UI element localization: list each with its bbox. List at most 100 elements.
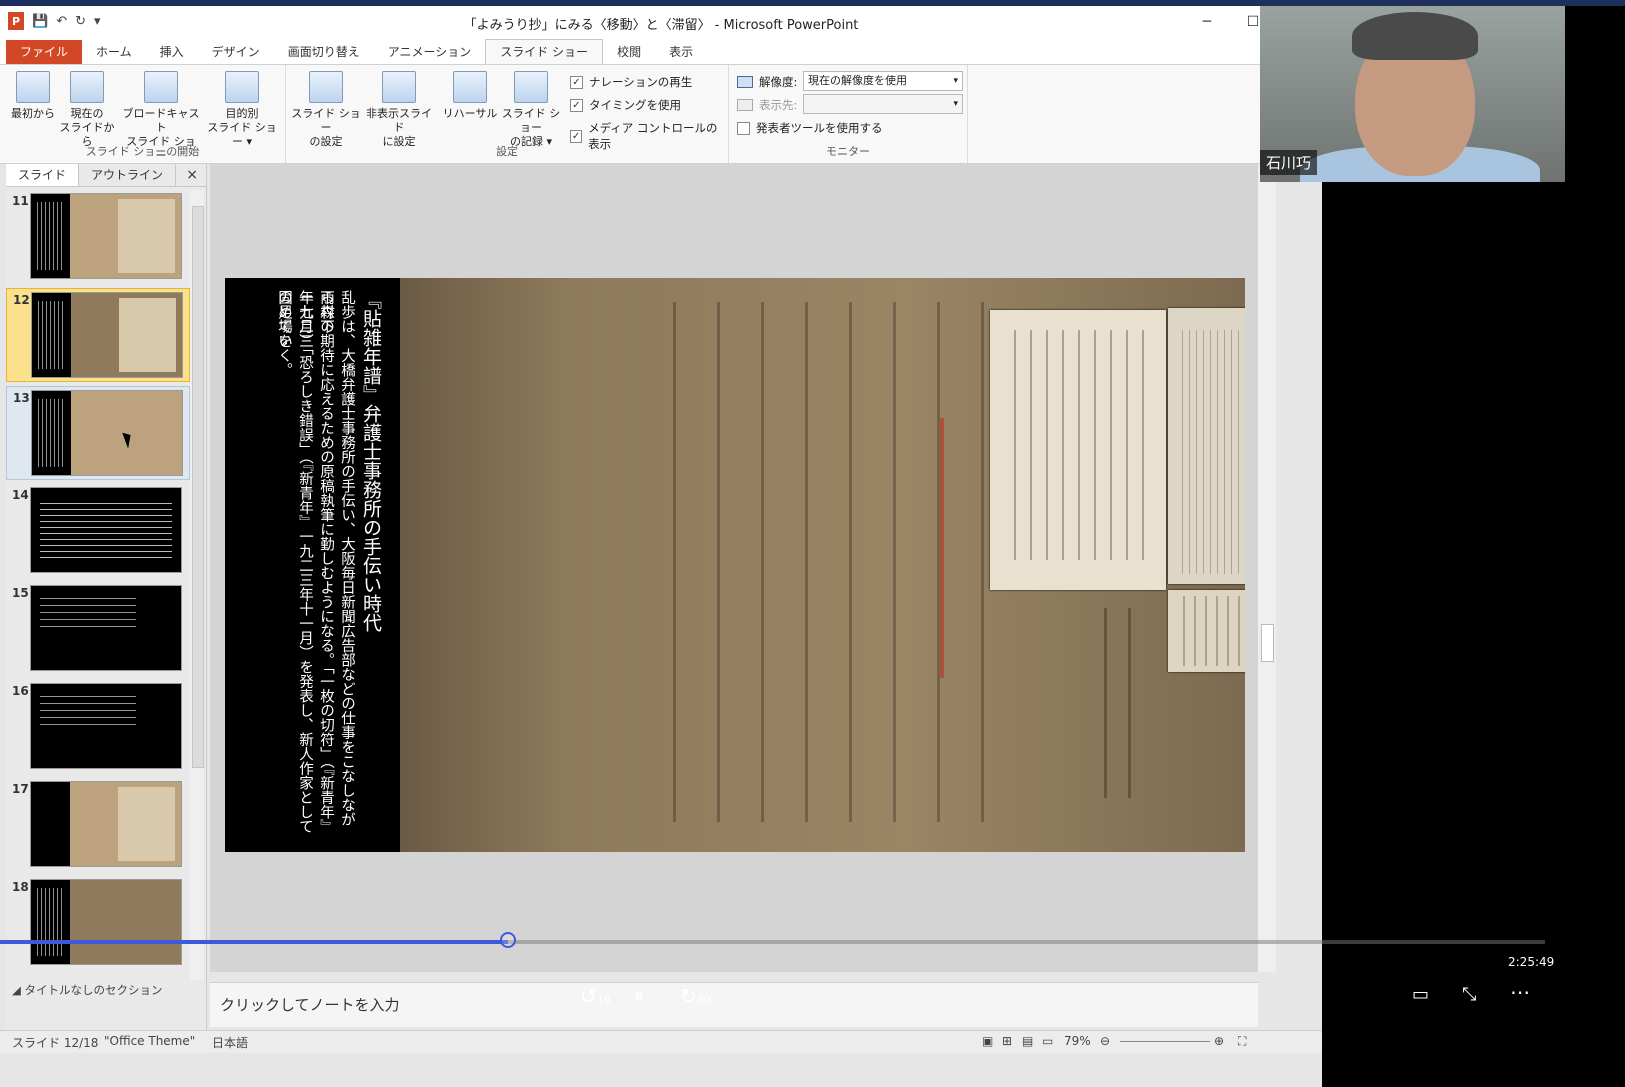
current-slide[interactable]: 『貼雑年譜』弁護士事務所の手伝い時代 乱歩は、大橋弁護士事務所の手伝い、大阪毎日… bbox=[225, 278, 1245, 852]
broadcast-icon bbox=[144, 71, 178, 103]
group-label-start: スライド ショーの開始 bbox=[85, 145, 200, 158]
show-on-label: 表示先: bbox=[737, 97, 797, 113]
video-progress-bar[interactable] bbox=[0, 932, 1545, 948]
tab-review[interactable]: 校閲 bbox=[603, 40, 655, 64]
normal-view-icon[interactable]: ▣ bbox=[982, 1034, 993, 1048]
slideshow-current-icon bbox=[70, 71, 104, 103]
tab-insert[interactable]: 挿入 bbox=[146, 40, 198, 64]
slideshow-start-icon bbox=[16, 71, 50, 103]
slide-thumbnail-15[interactable]: 15 bbox=[6, 582, 190, 676]
handwritten-note bbox=[1090, 608, 1150, 798]
custom-slideshow-button[interactable]: 目的別 スライド ショー ▾ bbox=[204, 71, 280, 149]
title-bar: P 💾 ↶ ↻ ▾ 「よみうり抄」にみる〈移動〉と〈滞留〉 - Microsof… bbox=[0, 6, 1322, 38]
group-label-monitor: モニター bbox=[826, 145, 870, 158]
exit-fullscreen-icon[interactable]: ⤡ bbox=[1462, 984, 1476, 1005]
slide-thumbnail-18[interactable]: 18 bbox=[6, 876, 190, 970]
close-pane-icon[interactable]: × bbox=[178, 164, 206, 186]
tab-outline[interactable]: アウトライン bbox=[79, 164, 177, 186]
language[interactable]: 日本語 bbox=[212, 1034, 248, 1051]
captions-icon[interactable]: ▭ bbox=[1412, 984, 1429, 1005]
slide-body-line-4: 固めていく。 bbox=[276, 290, 292, 377]
group-setup: スライド ショー の設定 非表示スライド に設定 リハーサル スライド ショー … bbox=[286, 65, 729, 163]
slideshow-view-icon[interactable]: ▭ bbox=[1042, 1034, 1053, 1048]
custom-slideshow-icon bbox=[225, 71, 259, 103]
rehearse-button[interactable]: リハーサル bbox=[442, 71, 498, 121]
from-beginning-button[interactable]: 最初から bbox=[8, 71, 58, 121]
slide-scrollbar[interactable] bbox=[1258, 164, 1276, 972]
zoom-in-icon[interactable]: ⊕ bbox=[1214, 1034, 1224, 1048]
group-start-slideshow: 最初から 現在の スライドから ブロードキャスト スライド ショー 目的別 スラ… bbox=[0, 65, 286, 163]
more-options-icon[interactable]: ⋯ bbox=[1510, 980, 1530, 1004]
slide-thumbnail-12[interactable]: 12 bbox=[6, 288, 190, 382]
pasted-receipt bbox=[990, 310, 1166, 590]
hide-slide-icon bbox=[382, 71, 416, 103]
chevron-down-icon: ▾ bbox=[953, 99, 958, 109]
tab-design[interactable]: デザイン bbox=[198, 40, 274, 64]
zoom-level[interactable]: 79% bbox=[1064, 1034, 1091, 1048]
presenter-view-checkbox[interactable]: 発表者ツールを使用する bbox=[737, 120, 883, 136]
monitor-icon bbox=[737, 99, 753, 111]
hide-slide-button[interactable]: 非表示スライド に設定 bbox=[362, 71, 436, 149]
slide-thumbnail-11[interactable]: 11 bbox=[6, 190, 190, 284]
powerpoint-window: P 💾 ↶ ↻ ▾ 「よみうり抄」にみる〈移動〉と〈滞留〉 - Microsof… bbox=[0, 6, 1322, 1087]
narration-checkbox[interactable]: ✓ ナレーションの再生 bbox=[570, 74, 692, 90]
theme-name: "Office Theme" bbox=[104, 1034, 196, 1048]
fit-to-window-icon[interactable]: ⛶ bbox=[1238, 1034, 1246, 1049]
notes-pane[interactable]: クリックしてノートを入力 bbox=[210, 982, 1258, 1027]
slide-thumbnail-17[interactable]: 17 bbox=[6, 778, 190, 872]
video-timestamp: 2:25:49 bbox=[1508, 955, 1555, 969]
slide-sorter-icon[interactable]: ⊞ bbox=[1002, 1034, 1012, 1048]
tab-slideshow[interactable]: スライド ショー bbox=[485, 39, 604, 64]
tab-slides[interactable]: スライド bbox=[6, 164, 80, 186]
checkbox-checked-icon: ✓ bbox=[570, 98, 583, 112]
ribbon-tabs: ファイル ホーム 挿入 デザイン 画面切り替え アニメーション スライド ショー… bbox=[0, 38, 1322, 64]
slides-pane-scrollbar[interactable] bbox=[190, 190, 204, 980]
slide-thumbnails: 11 12 13 14 15 16 17 18 bbox=[6, 190, 190, 980]
reading-view-icon[interactable]: ▤ bbox=[1022, 1034, 1033, 1048]
checkbox-empty-icon bbox=[737, 121, 750, 135]
pause-button[interactable]: ⏸ bbox=[634, 984, 644, 1008]
minimize-button[interactable]: ─ bbox=[1184, 6, 1230, 38]
rehearse-timer-icon bbox=[453, 71, 487, 103]
slide-title: 『貼雑年譜』弁護士事務所の手伝い時代 bbox=[360, 290, 382, 632]
red-annotation bbox=[940, 418, 944, 678]
progress-fill bbox=[0, 940, 509, 944]
setup-slideshow-button[interactable]: スライド ショー の設定 bbox=[290, 71, 362, 149]
slide-thumbnail-13[interactable]: 13 bbox=[6, 386, 190, 480]
tab-home[interactable]: ホーム bbox=[82, 40, 146, 64]
participant-name: 石川巧 bbox=[1260, 150, 1318, 175]
from-current-button[interactable]: 現在の スライドから bbox=[58, 71, 116, 149]
slide-thumbnail-16[interactable]: 16 bbox=[6, 680, 190, 774]
tab-animations[interactable]: アニメーション bbox=[374, 40, 486, 64]
resolution-label: 解像度: bbox=[737, 74, 797, 90]
timing-checkbox[interactable]: ✓ タイミングを使用 bbox=[570, 97, 681, 113]
tab-view[interactable]: 表示 bbox=[655, 40, 707, 64]
rewind-10-button[interactable]: ↺10 bbox=[580, 984, 611, 1008]
forward-30-button[interactable]: ↻30 bbox=[680, 984, 711, 1008]
chevron-down-icon: ▾ bbox=[953, 76, 958, 86]
pasted-newspaper-clipping bbox=[1168, 308, 1245, 584]
tab-file[interactable]: ファイル bbox=[6, 40, 83, 64]
zoom-slider[interactable] bbox=[1120, 1041, 1210, 1042]
checkbox-checked-icon: ✓ bbox=[570, 129, 583, 143]
setup-icon bbox=[309, 71, 343, 103]
notes-placeholder: クリックしてノートを入力 bbox=[220, 996, 400, 1014]
resolution-select[interactable]: 現在の解像度を使用 ▾ bbox=[803, 71, 963, 91]
tab-transitions[interactable]: 画面切り替え bbox=[274, 40, 374, 64]
group-label-setup: 設定 bbox=[496, 145, 518, 158]
section-header[interactable]: ◢ タイトルなしのセクション bbox=[12, 982, 163, 998]
pasted-magazine-clipping bbox=[1168, 590, 1245, 672]
ribbon: 最初から 現在の スライドから ブロードキャスト スライド ショー 目的別 スラ… bbox=[0, 64, 1322, 164]
manuscript-photo bbox=[400, 278, 1245, 852]
show-on-select[interactable]: ▾ bbox=[803, 94, 963, 114]
window-title: 「よみうり抄」にみる〈移動〉と〈滞留〉 - Microsoft PowerPoi… bbox=[463, 18, 859, 33]
status-bar: スライド 12/18 "Office Theme" 日本語 ▣ ⊞ ▤ ▭ 79… bbox=[0, 1030, 1322, 1053]
slide-counter: スライド 12/18 bbox=[12, 1036, 99, 1050]
group-monitor: 解像度: 現在の解像度を使用 ▾ 表示先: ▾ 発表者ツールを使用する モニター bbox=[729, 65, 968, 163]
zoom-out-icon[interactable]: ⊖ bbox=[1100, 1034, 1110, 1048]
slides-pane: スライド アウトライン × 11 12 13 14 15 16 17 18 ◢ … bbox=[6, 164, 207, 1034]
record-slideshow-button[interactable]: スライド ショー の記録 ▾ bbox=[498, 71, 564, 149]
checkbox-checked-icon: ✓ bbox=[570, 75, 583, 89]
slide-thumbnail-14[interactable]: 14 bbox=[6, 484, 190, 578]
record-icon bbox=[514, 71, 548, 103]
